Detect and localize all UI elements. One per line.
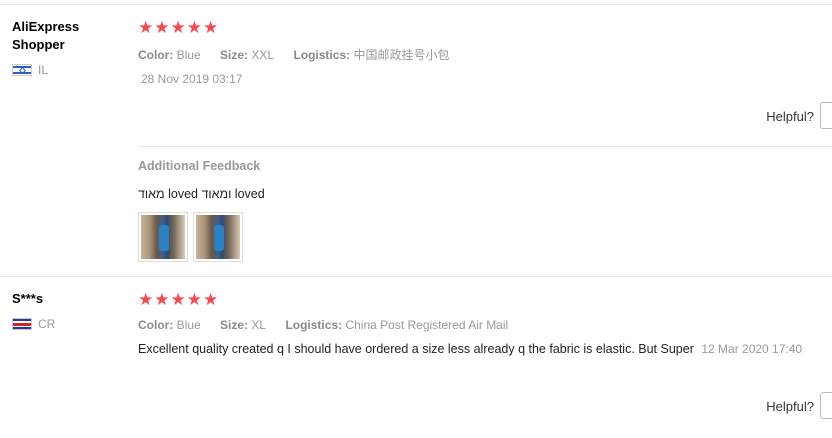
helpful-yes-button[interactable] [820, 392, 832, 419]
star-rating: ★★★★★ [138, 290, 220, 309]
logistics-label: Logistics: [293, 48, 351, 62]
country-code: CR [38, 317, 56, 331]
review-item: AliExpress Shopper IL ★★★★★ Color: Blue … [0, 4, 832, 276]
review-date: 12 Mar 2020 17:40 [701, 342, 803, 356]
country-code: IL [38, 63, 49, 77]
review-photo-thumbnail[interactable] [193, 212, 243, 262]
reviewer-info: AliExpress Shopper IL [12, 18, 122, 77]
logistics-label: Logistics: [285, 318, 343, 332]
helpful-label: Helpful? [766, 109, 814, 124]
color-label: Color: [138, 48, 174, 62]
star-rating: ★★★★★ [138, 18, 220, 37]
color-value: Blue [176, 318, 201, 332]
costa-rica-flag-icon [12, 318, 32, 330]
review-text: Excellent quality created q I should hav… [138, 342, 694, 356]
review-date: 28 Nov 2019 03:17 [141, 72, 243, 86]
helpful-label: Helpful? [766, 399, 814, 414]
size-label: Size: [220, 48, 249, 62]
reviewer-country: IL [12, 63, 122, 77]
size-label: Size: [220, 318, 249, 332]
reviewer-name: AliExpress Shopper [12, 19, 80, 52]
review-content: ★★★★★ Color: Blue Size: XL Logistics: Ch… [138, 290, 832, 358]
color-value: Blue [176, 48, 201, 62]
order-attributes: Color: Blue Size: XXL Logistics: 中国邮政挂号小… [138, 46, 832, 63]
logistics-value: China Post Registered Air Mail [345, 318, 509, 332]
reviewer-info: S***s CR [12, 290, 122, 331]
helpful-yes-button[interactable] [820, 102, 832, 129]
review-item: S***s CR ★★★★★ Color: Blue Size: XL Logi… [0, 276, 832, 438]
review-photo-thumbnail[interactable] [138, 212, 188, 262]
divider [138, 146, 832, 147]
photo-image [141, 215, 185, 259]
logistics-value: 中国邮政挂号小包 [353, 48, 450, 62]
size-value: XXL [251, 48, 275, 62]
additional-feedback-text: מאוד loved ומאוד loved [138, 187, 265, 201]
review-body: Excellent quality created q I should hav… [138, 340, 828, 358]
reviewer-country: CR [12, 317, 122, 331]
israel-flag-icon [12, 64, 32, 76]
review-photos [138, 212, 243, 262]
additional-feedback-title: Additional Feedback [138, 159, 261, 173]
photo-image [196, 215, 240, 259]
size-value: XL [251, 318, 267, 332]
order-attributes: Color: Blue Size: XL Logistics: China Po… [138, 318, 832, 332]
reviewer-name: S***s [12, 291, 44, 306]
review-content: ★★★★★ Color: Blue Size: XXL Logistics: 中… [138, 18, 832, 86]
color-label: Color: [138, 318, 174, 332]
